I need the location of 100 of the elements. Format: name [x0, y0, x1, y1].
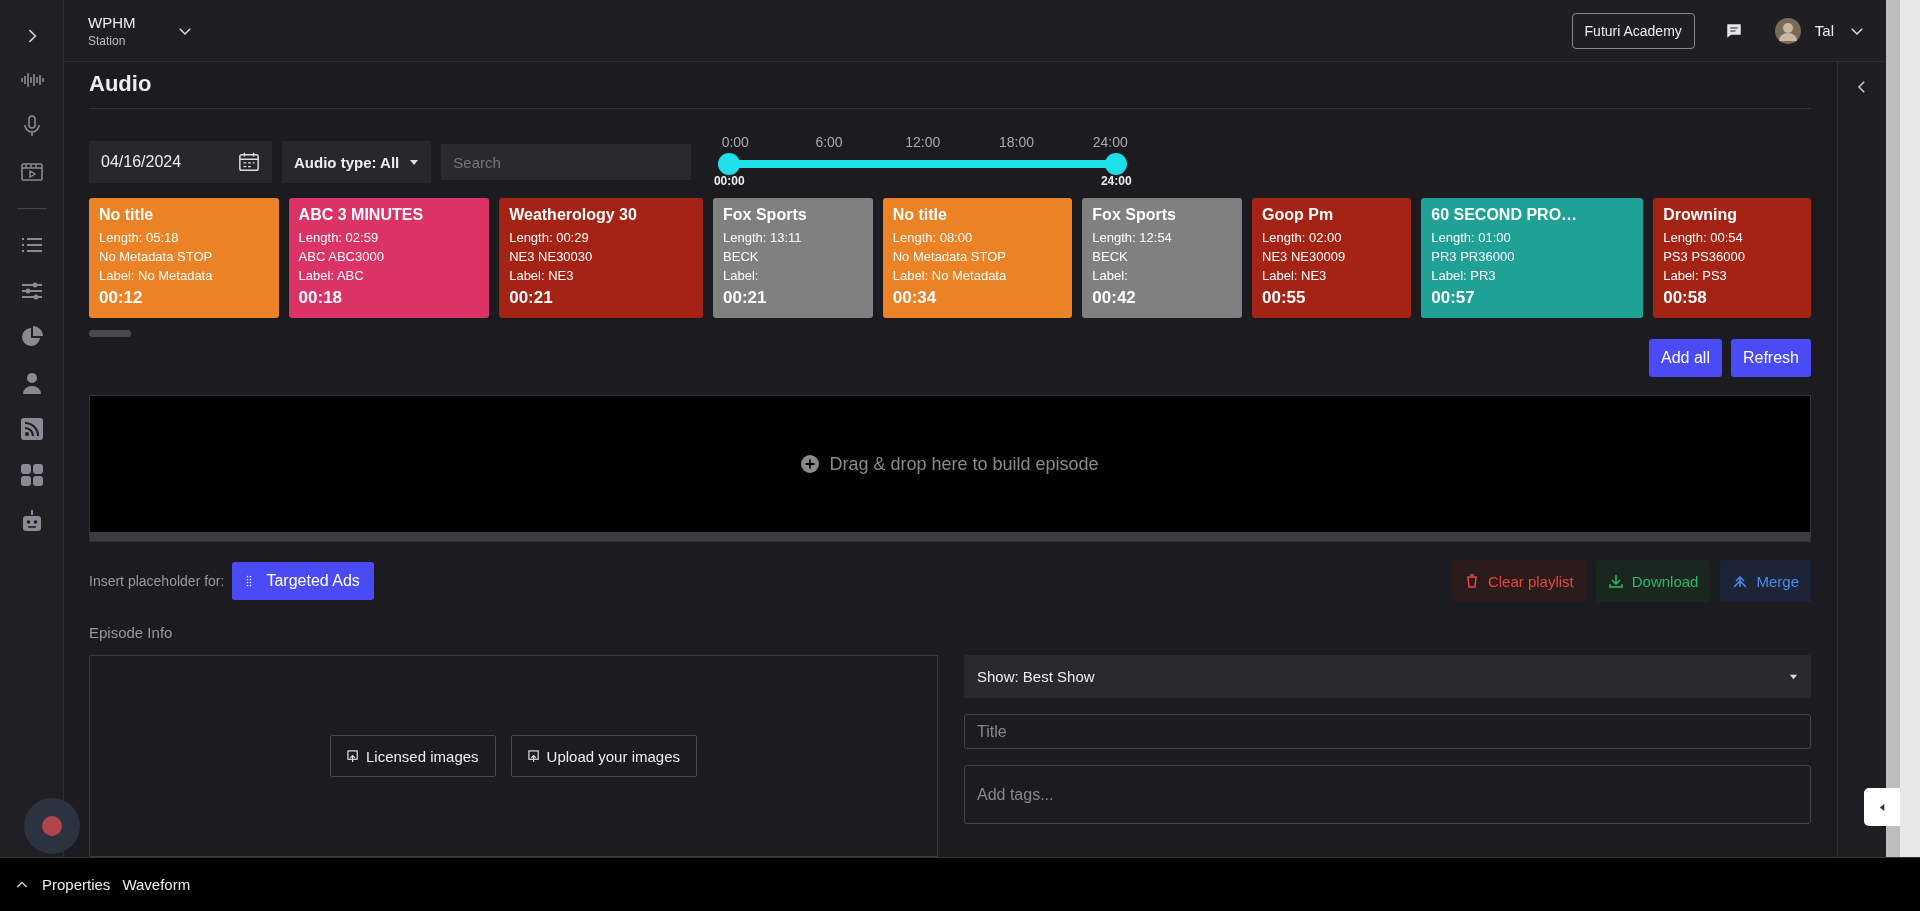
caret-icon: [409, 157, 420, 167]
clip-time: 00:58: [1663, 288, 1708, 308]
audio-clip-card[interactable]: 60 SECOND PRO… Length: 01:00 PR3 PR36000 Label: PR3 00:57: [1421, 198, 1644, 318]
audio-clip-card[interactable]: Fox Sports Length: 12:54 BECK Label: 00:42: [1082, 198, 1242, 318]
academy-button[interactable]: Futuri Academy: [1571, 12, 1695, 49]
clip-time: 00:21: [509, 288, 554, 308]
audio-clip-card[interactable]: Drowning Length: 00:54 PS3 PS36000 Label: PS3 00:58: [1653, 198, 1811, 318]
date-field[interactable]: 04/16/2024: [89, 141, 272, 183]
clip-title: Weatherology 30: [509, 206, 638, 224]
thumb-time-label: 00:00: [713, 174, 745, 188]
clip-metadata: NE3 NE30030: [509, 249, 594, 264]
image-button[interactable]: Licensed images: [330, 735, 496, 777]
audio-type-dropdown[interactable]: Audio type: All: [282, 141, 432, 183]
download-icon: [1607, 573, 1624, 589]
add-circle-icon: [801, 455, 820, 474]
clip-length: Length: 13:11: [723, 230, 803, 245]
clip-length: Length: 00:29: [509, 230, 590, 245]
caret-icon: [1877, 802, 1887, 812]
slider-thumb[interactable]: [718, 153, 741, 175]
clip-label: Label:: [723, 268, 760, 283]
merge-icon: [1732, 573, 1749, 589]
clip-time: 00:21: [723, 288, 768, 308]
clip-title: 60 SECOND PRO…: [1431, 206, 1579, 224]
clip-time: 00:55: [1262, 288, 1307, 308]
upload-icon: [527, 749, 541, 763]
clip-metadata: BECK: [723, 249, 760, 264]
clip-label: Label: PS3: [1663, 268, 1728, 283]
clip-length: Length: 01:00: [1431, 230, 1512, 245]
clip-label: Label: ABC: [298, 268, 365, 283]
scrollbar-thumb[interactable]: [89, 330, 131, 338]
avatar[interactable]: [1774, 17, 1801, 44]
clip-label: Label:: [1092, 268, 1129, 283]
drag-handle-icon: [246, 574, 253, 588]
clip-label: Label: No Metadata: [892, 268, 1008, 283]
clip-title: Fox Sports: [1092, 206, 1177, 224]
bottom-tab[interactable]: Waveform: [122, 876, 191, 893]
search-field[interactable]: Search: [441, 144, 692, 180]
calendar-icon[interactable]: [238, 151, 260, 173]
upload-icon: [347, 749, 360, 763]
drop-zone[interactable]: Drag & drop here to build episode: [89, 395, 1811, 542]
clip-length: Length: 00:54: [1663, 230, 1744, 245]
caret-icon: [1789, 672, 1798, 681]
title-field[interactable]: Title: [964, 714, 1811, 749]
clip-length: Length: 08:00: [892, 230, 974, 245]
playlist-button[interactable]: Merge: [1720, 560, 1811, 602]
station-name: WPHM: [88, 13, 136, 31]
audio-clip-card[interactable]: Fox Sports Length: 13:11 BECK Label: 00:21: [713, 198, 873, 318]
rss-icon[interactable]: [19, 417, 44, 441]
time-tick-label: 6:00: [814, 134, 844, 150]
clip-metadata: No Metadata STOP: [892, 249, 1007, 264]
clip-label: Label: No Metadata: [99, 268, 214, 283]
clip-label: Label: NE3: [1262, 268, 1328, 283]
clip-time: 00:34: [892, 288, 938, 308]
clip-title: Drowning: [1663, 206, 1738, 224]
show-dropdown[interactable]: Show: Best Show: [964, 655, 1811, 698]
clip-time: 00:57: [1431, 288, 1476, 308]
clip-label: Label: NE3: [509, 268, 575, 283]
clip-metadata: ABC ABC3000: [298, 249, 385, 264]
clip-label: Label: PR3: [1431, 268, 1497, 283]
clip-title: ABC 3 MINUTES: [298, 206, 425, 224]
clip-metadata: NE3 NE30009: [1262, 249, 1347, 264]
clip-length: Length: 12:54: [1092, 230, 1173, 245]
section-heading: Episode Info: [89, 624, 174, 641]
tags-field[interactable]: Add tags...: [964, 765, 1811, 824]
time-tick-label: 24:00: [1091, 134, 1129, 150]
bottom-tab[interactable]: Properties: [42, 876, 111, 893]
user-name[interactable]: Tal: [1814, 22, 1834, 39]
time-tick-label: 18:00: [998, 134, 1036, 150]
time-tick-label: 0:00: [720, 134, 750, 150]
clip-length: Length: 02:00: [1262, 230, 1343, 245]
clip-title: Goop Pm: [1262, 206, 1335, 224]
audio-clip-card[interactable]: Weatherology 30 Length: 00:29 NE3 NE30030 Label: NE3 00:21: [499, 198, 704, 318]
clip-time: 00:42: [1092, 288, 1137, 308]
clip-length: Length: 02:59: [298, 230, 380, 245]
image-button[interactable]: Upload your images: [510, 735, 697, 777]
clip-title: Fox Sports: [723, 206, 808, 224]
clip-title: No title: [892, 206, 948, 224]
targeted-ads-button[interactable]: Targeted Ads: [232, 562, 374, 600]
clip-length: Length: 05:18: [99, 230, 180, 245]
time-tick-label: 12:00: [904, 134, 942, 150]
playlist-button[interactable]: Clear playlist: [1451, 560, 1586, 602]
video-icon[interactable]: [19, 160, 44, 184]
clip-metadata: PR3 PR36000: [1431, 249, 1516, 264]
chat-icon[interactable]: [1724, 21, 1743, 40]
placeholder-label: Insert placeholder for:: [89, 573, 225, 589]
pie-chart-icon[interactable]: [19, 325, 44, 349]
clip-metadata: BECK: [1092, 249, 1129, 264]
clip-metadata: PS3 PS36000: [1663, 249, 1746, 264]
clip-metadata: No Metadata STOP: [99, 249, 214, 264]
action-button[interactable]: Add all: [1649, 339, 1722, 378]
station-label: Station: [88, 33, 127, 48]
playlist-button[interactable]: Download: [1595, 560, 1711, 602]
action-button[interactable]: Refresh: [1730, 339, 1811, 378]
audio-clip-card[interactable]: Goop Pm Length: 02:00 NE3 NE30009 Label: NE3 00:55: [1252, 198, 1412, 318]
audio-clip-card[interactable]: ABC 3 MINUTES Length: 02:59 ABC ABC3000 Label: ABC 00:18: [288, 198, 490, 318]
clip-title: No title: [99, 206, 155, 224]
thumb-time-label: 24:00: [1100, 174, 1132, 188]
clip-time: 00:12: [99, 288, 144, 308]
slider-thumb[interactable]: [1105, 153, 1128, 175]
grid-icon[interactable]: [19, 463, 44, 487]
